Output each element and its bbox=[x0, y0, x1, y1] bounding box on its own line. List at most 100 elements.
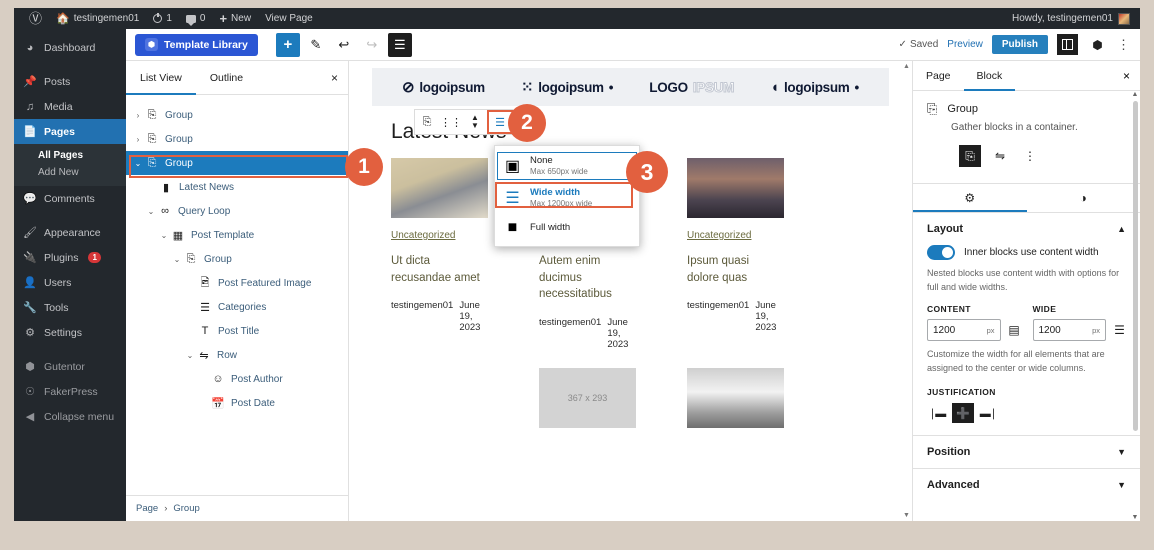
tree-item-group-inner[interactable]: ⌄ ⎘ Group bbox=[126, 247, 348, 271]
save-status[interactable]: ✓ Saved bbox=[899, 39, 939, 50]
breadcrumb-current[interactable]: Group bbox=[173, 503, 199, 514]
tab-outline[interactable]: Outline bbox=[196, 61, 257, 95]
submenu-item-all-pages[interactable]: All Pages bbox=[14, 147, 126, 164]
add-block-button[interactable]: + bbox=[275, 32, 300, 57]
publish-button[interactable]: Publish bbox=[991, 35, 1048, 54]
post-category-link[interactable]: Uncategorized bbox=[687, 230, 751, 241]
advanced-panel-header[interactable]: Advanced ▼ bbox=[913, 469, 1140, 501]
scroll-up-arrow-icon[interactable]: ▲ bbox=[1131, 91, 1139, 98]
canvas-scrollbar[interactable]: ▲ ▼ bbox=[903, 63, 910, 519]
advanced-panel[interactable]: Advanced ▼ bbox=[913, 468, 1140, 501]
settings-sidebar-button[interactable] bbox=[1057, 34, 1078, 55]
scroll-down-arrow-icon[interactable]: ▼ bbox=[1131, 514, 1139, 521]
post-card[interactable] bbox=[391, 368, 539, 428]
menu-item-wide-width[interactable]: ☰ Wide width Max 1200px wide bbox=[495, 182, 639, 214]
list-view-button[interactable]: ☰ bbox=[387, 32, 412, 57]
chevron-down-icon[interactable]: ⌄ bbox=[158, 231, 170, 240]
sidebar-item-posts[interactable]: 📌 Posts bbox=[14, 69, 126, 94]
updates-menu[interactable]: 1 bbox=[146, 8, 179, 29]
sidebar-item-comments[interactable]: 💬 Comments bbox=[14, 186, 126, 211]
submenu-item-add-new[interactable]: Add New bbox=[14, 164, 126, 181]
scroll-up-arrow-icon[interactable]: ▲ bbox=[903, 63, 910, 70]
tree-item-query-loop[interactable]: ⌄ ∞ Query Loop bbox=[126, 199, 348, 223]
chevron-down-icon[interactable]: ⌄ bbox=[145, 207, 157, 216]
chevron-down-icon[interactable]: ⌄ bbox=[132, 159, 144, 168]
wide-width-align-icon[interactable]: ☰ bbox=[1113, 323, 1126, 337]
drag-handle[interactable]: ⋮⋮ bbox=[439, 110, 463, 134]
post-card[interactable]: 367 x 293 bbox=[539, 368, 687, 429]
sidebar-item-fakerpress[interactable]: ☉ FakerPress bbox=[14, 379, 126, 404]
edit-tool-button[interactable]: ✎ bbox=[304, 33, 328, 57]
comments-menu[interactable]: 0 bbox=[179, 8, 213, 29]
tree-item-post-featured-image[interactable]: 🖻 Post Featured Image bbox=[126, 271, 348, 295]
tree-item-group-1[interactable]: › ⎘ Group bbox=[126, 103, 348, 127]
variation-row-button[interactable]: ⇋ bbox=[989, 145, 1011, 167]
chevron-down-icon[interactable]: ⌄ bbox=[171, 255, 183, 264]
tree-item-post-author[interactable]: ☺ Post Author bbox=[126, 367, 348, 391]
menu-item-full-width[interactable]: ■ Full width bbox=[495, 215, 639, 242]
post-card[interactable] bbox=[687, 368, 835, 429]
tree-item-post-title[interactable]: T Post Title bbox=[126, 319, 348, 343]
chevron-right-icon[interactable]: › bbox=[132, 135, 144, 144]
tab-page[interactable]: Page bbox=[913, 61, 964, 91]
undo-button[interactable]: ↩ bbox=[332, 33, 356, 57]
gutentor-toolbar-button[interactable]: ⬢ bbox=[1087, 34, 1108, 55]
sidebar-item-appearance[interactable]: 🖌 Appearance bbox=[14, 220, 126, 245]
sidebar-item-plugins[interactable]: 🔌 Plugins 1 bbox=[14, 245, 126, 270]
post-card[interactable]: Uncategorized Ipsum quasi dolore quas te… bbox=[687, 158, 835, 350]
post-featured-image[interactable] bbox=[391, 368, 488, 428]
preview-button[interactable]: Preview bbox=[947, 39, 983, 50]
move-up-down-button[interactable]: ▲ ▼ bbox=[463, 110, 487, 134]
post-featured-image[interactable] bbox=[687, 158, 784, 218]
tab-block[interactable]: Block bbox=[964, 61, 1016, 91]
sidebar-item-gutentor[interactable]: ⬢ Gutentor bbox=[14, 354, 126, 379]
justify-center-button[interactable]: ➕ bbox=[952, 403, 974, 423]
sidebar-item-media[interactable]: ♫ Media bbox=[14, 94, 126, 119]
view-page-menu[interactable]: View Page bbox=[258, 8, 320, 29]
justify-left-button[interactable]: ∣▬ bbox=[927, 403, 949, 423]
block-type-button[interactable]: ⎘ bbox=[415, 110, 439, 134]
layout-panel-header[interactable]: Layout ▲ bbox=[913, 213, 1140, 245]
post-title[interactable]: Ut dicta recusandae amet bbox=[391, 253, 481, 286]
sidebar-item-pages[interactable]: 📄 Pages bbox=[14, 119, 126, 144]
position-panel-header[interactable]: Position ▼ bbox=[913, 436, 1140, 468]
variation-stack-button[interactable]: ⋮ bbox=[1019, 145, 1041, 167]
new-content-menu[interactable]: + New bbox=[212, 8, 258, 29]
sidebar-item-collapse-menu[interactable]: ◀ Collapse menu bbox=[14, 404, 126, 429]
position-panel[interactable]: Position ▼ bbox=[913, 435, 1140, 468]
redo-button[interactable]: ↪ bbox=[360, 33, 384, 57]
sidebar-item-dashboard[interactable]: ◕ Dashboard bbox=[14, 35, 126, 60]
tree-item-row[interactable]: ⌄ ⇋ Row bbox=[126, 343, 348, 367]
post-featured-image[interactable] bbox=[391, 158, 488, 218]
tab-list-view[interactable]: List View bbox=[126, 61, 196, 95]
editor-options-button[interactable]: ⋮ bbox=[1117, 37, 1130, 53]
wordpress-logo-menu[interactable]: Ⓥ bbox=[22, 8, 49, 29]
tab-settings-inspector[interactable]: ⚙ bbox=[913, 184, 1027, 212]
sidebar-item-tools[interactable]: 🔧 Tools bbox=[14, 295, 126, 320]
tree-item-post-date[interactable]: 📅 Post Date bbox=[126, 391, 348, 415]
variation-group-button[interactable]: ⎘ bbox=[959, 145, 981, 167]
scroll-down-arrow-icon[interactable]: ▼ bbox=[903, 512, 910, 519]
post-category-link[interactable]: Uncategorized bbox=[391, 230, 455, 241]
logo-strip-block[interactable]: ⊘ logoipsum ⁙ logoipsum • LOGO IPSUM ◖ l… bbox=[372, 68, 889, 106]
user-account-menu[interactable]: Howdy, testingemen01 bbox=[1012, 12, 1130, 25]
content-width-align-icon[interactable]: ▤ bbox=[1008, 323, 1021, 337]
tab-styles-inspector[interactable]: ◑ bbox=[1027, 184, 1141, 212]
content-width-input[interactable]: 1200 px bbox=[927, 319, 1001, 341]
justify-right-button[interactable]: ▬∣ bbox=[977, 403, 999, 423]
post-title[interactable]: Ipsum quasi dolore quas bbox=[687, 253, 777, 286]
inner-blocks-toggle-row[interactable]: Inner blocks use content width bbox=[927, 245, 1126, 260]
tree-item-post-template[interactable]: ⌄ ▦ Post Template bbox=[126, 223, 348, 247]
tree-item-group-2[interactable]: › ⎘ Group bbox=[126, 127, 348, 151]
post-featured-image-placeholder[interactable]: 367 x 293 bbox=[539, 368, 636, 429]
close-list-view-button[interactable]: × bbox=[331, 71, 348, 85]
chevron-right-icon[interactable]: › bbox=[132, 111, 144, 120]
post-title[interactable]: Autem enim ducimus necessitatibus bbox=[539, 253, 629, 303]
tree-item-categories[interactable]: ☰ Categories bbox=[126, 295, 348, 319]
settings-scrollbar[interactable]: ▲ ▼ bbox=[1131, 91, 1139, 521]
chevron-down-icon[interactable]: ⌄ bbox=[184, 351, 196, 360]
menu-item-none[interactable]: ▣ None Max 650px wide bbox=[495, 150, 639, 182]
inner-blocks-toggle[interactable] bbox=[927, 245, 955, 260]
tree-item-group-3-selected[interactable]: ⌄ ⎘ Group bbox=[126, 151, 348, 175]
template-library-button[interactable]: ⬢ Template Library bbox=[135, 33, 258, 56]
